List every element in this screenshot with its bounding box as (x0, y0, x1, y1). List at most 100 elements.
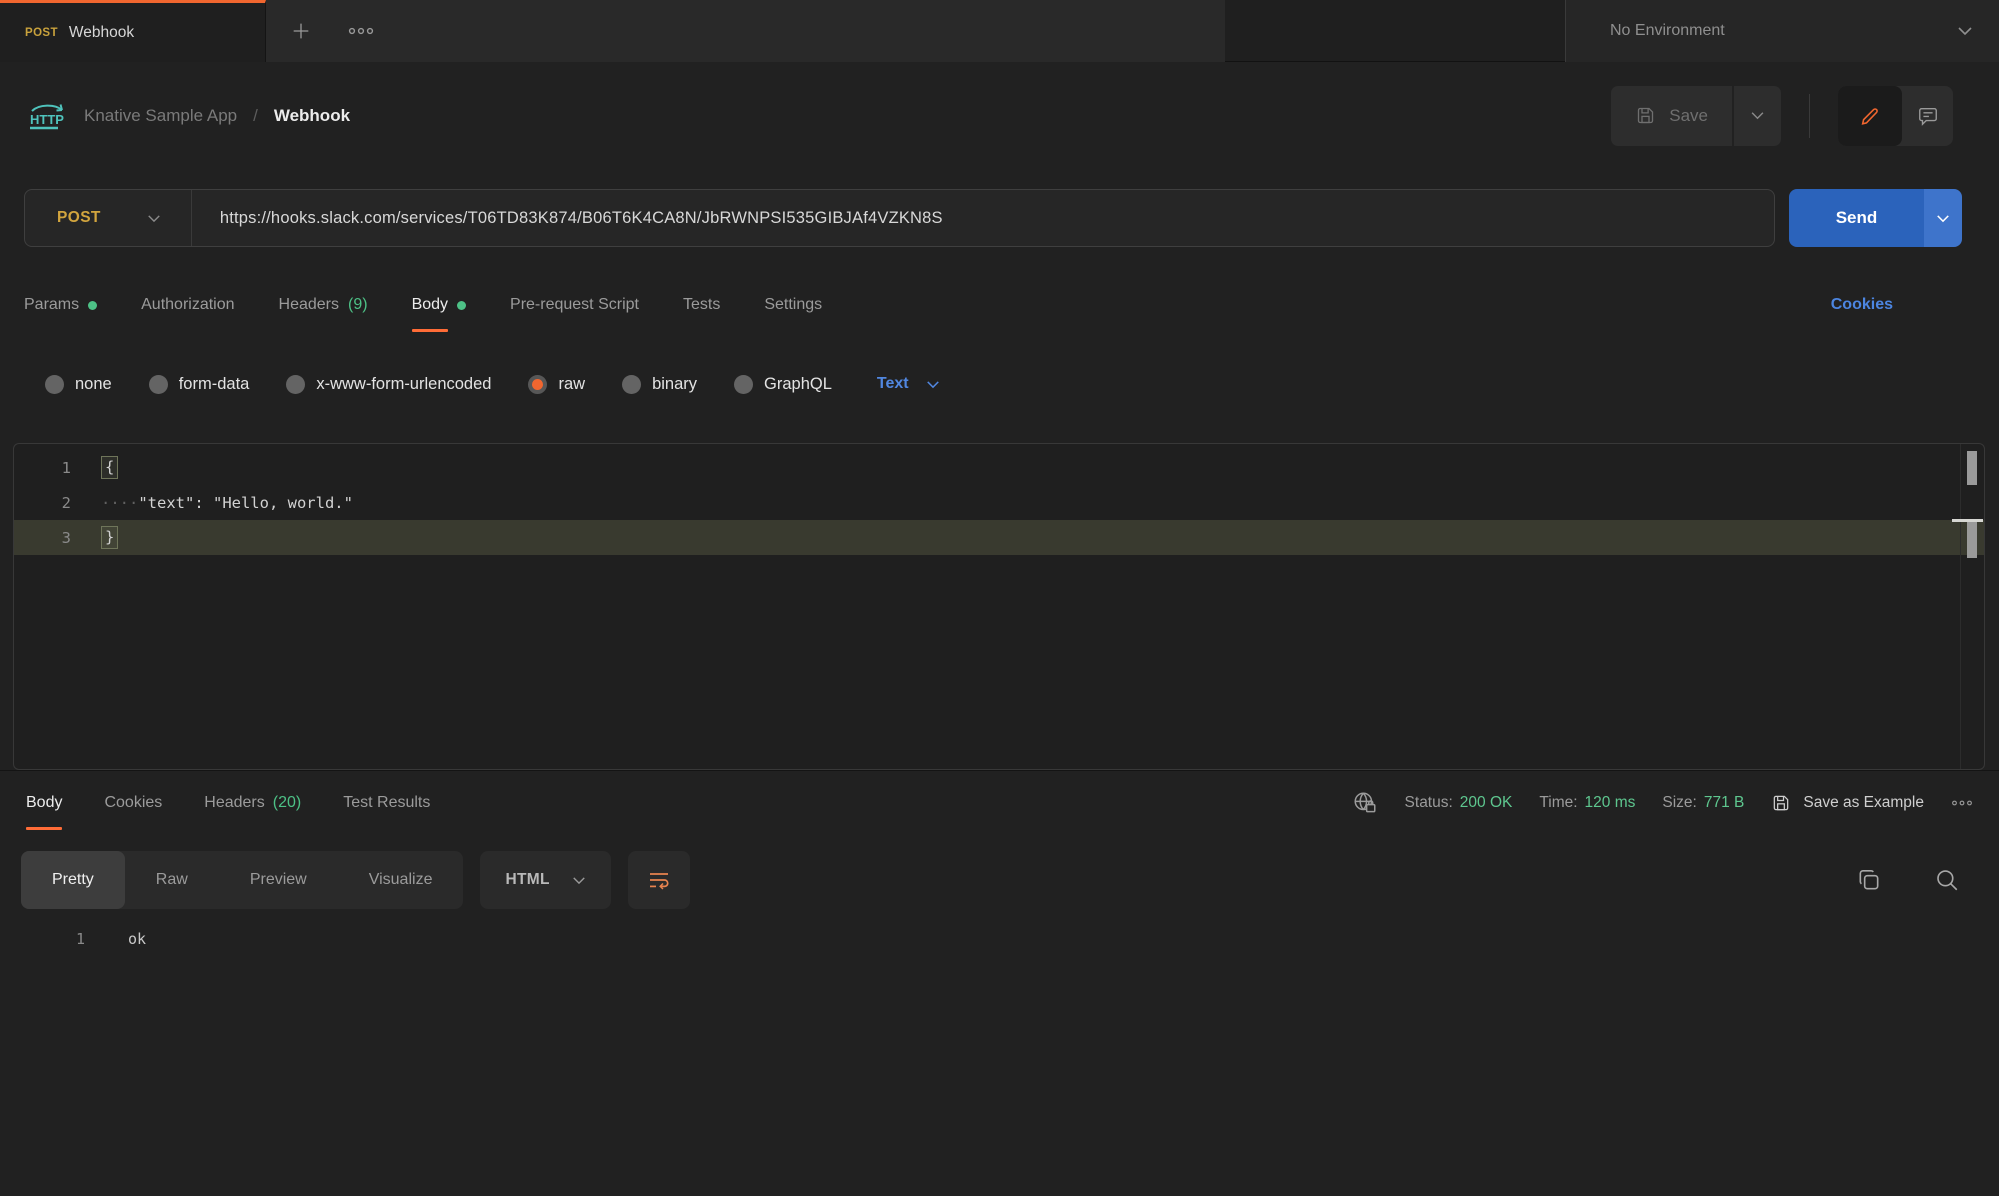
tab-authorization[interactable]: Authorization (141, 268, 234, 342)
send-options-button[interactable] (1924, 189, 1962, 247)
http-request-icon: HTTP (26, 101, 68, 131)
view-raw[interactable]: Raw (125, 851, 219, 909)
mode-label: none (75, 375, 112, 394)
comment-button[interactable] (1902, 86, 1953, 146)
save-label: Save (1669, 106, 1708, 126)
tab-label: Headers (279, 270, 339, 340)
cookies-link[interactable]: Cookies (1831, 296, 1999, 314)
line-number: 3 (14, 529, 71, 547)
breadcrumb-collection[interactable]: Knative Sample App (84, 106, 237, 126)
response-tab-test-results[interactable]: Test Results (343, 771, 430, 835)
tab-pre-request-script[interactable]: Pre-request Script (510, 268, 639, 342)
method-selector[interactable]: POST (25, 209, 191, 227)
response-more-options-button[interactable] (1951, 798, 1973, 808)
tab-label: Body (26, 794, 62, 812)
format-label: HTML (505, 871, 549, 889)
time-label: Time: (1539, 794, 1577, 812)
response-tab-cookies[interactable]: Cookies (104, 771, 162, 835)
mode-label: GraphQL (764, 375, 832, 394)
chevron-down-icon (1957, 26, 1973, 36)
response-tab-headers[interactable]: Headers (20) (204, 771, 301, 835)
environment-selector[interactable]: No Environment (1565, 0, 1999, 62)
editor-line-2[interactable]: 2 ····"text": "Hello, world." (14, 485, 1984, 520)
mode-label: binary (652, 375, 697, 394)
time-value: 120 ms (1585, 794, 1636, 812)
editor-scrollbar[interactable] (1967, 451, 1977, 485)
code-text: "text": "Hello, world." (138, 494, 353, 512)
tab-label: Test Results (343, 794, 430, 812)
tab-bar: POST Webhook No Environment (0, 0, 1999, 62)
network-info-icon[interactable] (1352, 790, 1378, 816)
tab-body[interactable]: Body (412, 268, 466, 342)
tab-label: Tests (683, 270, 720, 340)
new-tab-button[interactable] (290, 20, 312, 42)
mode-label: form-data (179, 375, 250, 394)
body-mode-binary[interactable]: binary (622, 375, 697, 394)
svg-text:HTTP: HTTP (30, 112, 64, 127)
tab-label: Body (412, 270, 448, 340)
body-mode-urlencoded[interactable]: x-www-form-urlencoded (286, 375, 491, 394)
send-button[interactable]: Send (1789, 189, 1924, 247)
body-mode-raw[interactable]: raw (528, 375, 585, 394)
tab-params[interactable]: Params (24, 268, 97, 342)
response-format-selector[interactable]: HTML (480, 851, 610, 909)
request-tab-webhook[interactable]: POST Webhook (0, 0, 266, 62)
request-body-editor[interactable]: 1 { 2 ····"text": "Hello, world." 3 } (13, 443, 1985, 770)
method-label: POST (57, 209, 101, 227)
word-wrap-button[interactable] (628, 851, 690, 909)
chevron-down-icon (926, 380, 940, 389)
raw-language-selector[interactable]: Text (877, 375, 940, 393)
editor-line-1[interactable]: 1 { (14, 450, 1984, 485)
tab-tests[interactable]: Tests (683, 268, 720, 342)
save-as-example-label: Save as Example (1803, 794, 1924, 812)
radio-selected-icon (528, 375, 547, 394)
save-options-button[interactable] (1732, 86, 1781, 146)
body-mode-none[interactable]: none (45, 375, 112, 394)
url-box: POST https://hooks.slack.com/services/T0… (24, 189, 1775, 247)
save-icon (1771, 793, 1791, 813)
search-response-button[interactable] (1934, 867, 1960, 893)
tab-method-label: POST (25, 27, 58, 39)
save-as-example-button[interactable]: Save as Example (1771, 793, 1924, 813)
modified-dot (457, 301, 466, 310)
radio-icon (286, 375, 305, 394)
bracket-close: } (101, 526, 118, 549)
edit-button[interactable] (1838, 86, 1902, 146)
divider (1809, 94, 1810, 138)
body-mode-graphql[interactable]: GraphQL (734, 375, 832, 394)
radio-icon (45, 375, 64, 394)
breadcrumb: HTTP Knative Sample App / Webhook (26, 101, 350, 131)
tab-headers[interactable]: Headers (9) (279, 268, 368, 342)
body-mode-form-data[interactable]: form-data (149, 375, 250, 394)
response-tab-body[interactable]: Body (26, 771, 62, 835)
view-preview[interactable]: Preview (219, 851, 338, 909)
view-visualize[interactable]: Visualize (338, 851, 464, 909)
chevron-down-icon (147, 214, 161, 223)
copy-response-button[interactable] (1856, 867, 1882, 893)
whitespace-dots: ···· (101, 494, 138, 512)
mode-label: raw (558, 375, 585, 394)
tab-settings[interactable]: Settings (764, 268, 822, 342)
save-button[interactable]: Save (1611, 86, 1732, 146)
tab-label: Headers (204, 794, 264, 812)
view-pretty[interactable]: Pretty (21, 851, 125, 909)
response-body[interactable]: 1 ok (0, 915, 1999, 963)
editor-line-3[interactable]: 3 } (14, 520, 1984, 555)
breadcrumb-request-name[interactable]: Webhook (274, 106, 350, 126)
radio-icon (734, 375, 753, 394)
radio-icon (622, 375, 641, 394)
url-input[interactable]: https://hooks.slack.com/services/T06TD83… (192, 209, 943, 228)
breadcrumb-separator: / (253, 106, 258, 126)
status-label: Status: (1405, 794, 1453, 812)
tab-label: Settings (764, 270, 822, 340)
tab-more-options-button[interactable] (348, 25, 374, 37)
response-view-switcher: Pretty Raw Preview Visualize (21, 851, 463, 909)
request-url-row: POST https://hooks.slack.com/services/T0… (0, 168, 1999, 268)
send-button-group: Send (1789, 189, 1962, 247)
line-number: 1 (14, 459, 71, 477)
tab-label: Cookies (104, 794, 162, 812)
headers-count: (9) (348, 296, 368, 314)
tabs-strip: POST Webhook (0, 0, 1225, 62)
request-header: HTTP Knative Sample App / Webhook Save (0, 63, 1999, 168)
tab-label: Params (24, 270, 79, 340)
